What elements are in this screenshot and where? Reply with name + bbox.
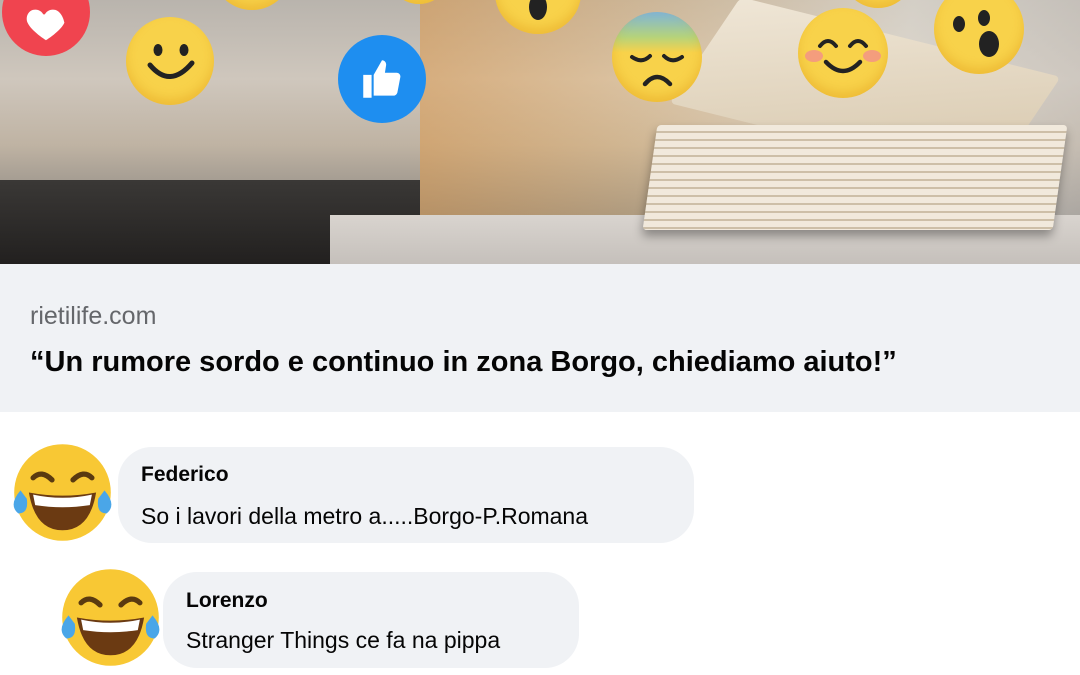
link-domain[interactable]: rietilife.com: [30, 302, 156, 331]
laughing-tears-icon: [13, 444, 112, 541]
wow-icon: [934, 0, 1024, 74]
link-preview[interactable]: [0, 264, 1080, 412]
partial-emoji-icon: [212, 0, 292, 10]
image-book: [642, 125, 1068, 230]
laughing-tears-icon: [61, 569, 160, 666]
comment-text: So i lavori della metro a.....Borgo-P.Ro…: [141, 503, 589, 529]
heart-icon: [2, 0, 90, 56]
link-title[interactable]: “Un rumore sordo e continuo in zona Borg…: [30, 346, 897, 379]
blush-icon: [798, 8, 888, 98]
comment-author[interactable]: Federico: [141, 463, 229, 487]
smile-icon: [126, 17, 214, 105]
post-image[interactable]: [0, 0, 1080, 264]
like-icon: [338, 35, 426, 123]
surprised-icon: [495, 0, 581, 34]
comment-author[interactable]: Lorenzo: [186, 589, 268, 613]
comment-text: Stranger Things ce fa na pippa: [186, 627, 501, 653]
avatar[interactable]: [58, 565, 163, 670]
worried-icon: [612, 12, 702, 102]
avatar[interactable]: [10, 440, 115, 545]
